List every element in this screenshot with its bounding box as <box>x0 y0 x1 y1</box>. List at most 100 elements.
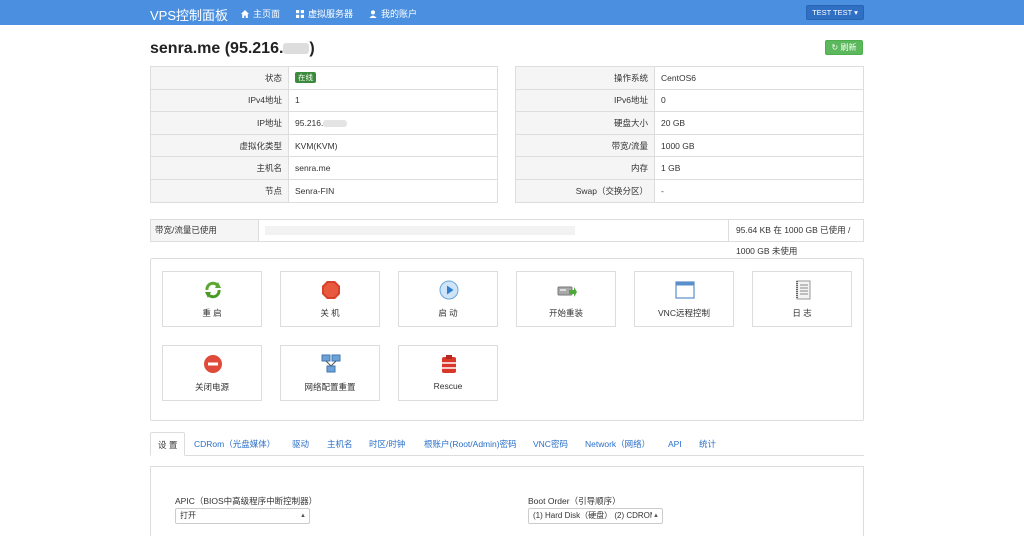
bandwidth-progress-bar <box>259 220 729 241</box>
top-navbar: VPS控制面板 主页面 虚拟服务器 我的账户 TEST TEST ▾ <box>0 0 1024 25</box>
rescue-button[interactable]: Rescue <box>398 345 498 401</box>
tab-settings[interactable]: 设 置 <box>150 432 186 456</box>
log-button[interactable]: 日 志 <box>752 271 852 327</box>
tab-root-password[interactable]: 根账户(Root/Admin)密码 <box>424 432 517 456</box>
user-name: TEST TEST <box>812 8 853 17</box>
info-key: IP地址 <box>150 111 289 135</box>
info-key: Swap（交换分区） <box>515 178 655 203</box>
tab-hostname[interactable]: 主机名 <box>327 432 353 456</box>
bandwidth-usage: 带宽/流量已使用 95.64 KB 在 1000 GB 已使用 / 1000 G… <box>150 219 864 256</box>
table-row: 带宽/流量 1000 GB <box>515 133 864 157</box>
status-badge: 在线 <box>295 72 316 84</box>
select-arrows-icon: ▲▼ <box>300 513 306 519</box>
info-value: senra.me <box>288 156 498 180</box>
info-key: IPv4地址 <box>150 88 289 112</box>
vnc-button[interactable]: VNC远程控制 <box>634 271 734 327</box>
reboot-button[interactable]: 重 启 <box>162 271 262 327</box>
caret-down-icon: ▾ <box>854 8 858 17</box>
info-key: 状态 <box>150 66 289 90</box>
nav-account[interactable]: 我的账户 <box>369 7 417 20</box>
boot-button[interactable]: 启 动 <box>398 271 498 327</box>
page-title: senra.me (95.216.) <box>150 40 315 58</box>
network-reset-label: 网络配置重置 <box>304 382 356 392</box>
tab-api[interactable]: API <box>668 432 682 456</box>
tab-drivers[interactable]: 驱动 <box>292 432 309 456</box>
settings-panel: APIC（BIOS中高级程序中断控制器） 打开 ▲▼ Boot Order（引导… <box>150 466 864 536</box>
ip-value: 95.216. <box>295 117 324 128</box>
poweroff-button[interactable]: 关闭电源 <box>162 345 262 401</box>
redacted-ip <box>323 120 348 128</box>
info-key: IPv6地址 <box>515 88 655 112</box>
poweroff-icon <box>204 355 222 373</box>
reinstall-label: 开始重装 <box>548 308 583 318</box>
settings-tabs: 设 置 CDRom（光盘媒体） 驱动 主机名 时区/时钟 根账户(Root/Ad… <box>150 432 864 456</box>
info-value: KVM(KVM) <box>288 133 498 157</box>
page-title-text: senra.me (95.216. <box>150 40 284 57</box>
info-key: 内存 <box>515 156 655 180</box>
table-row: 硬盘大小 20 GB <box>515 111 864 135</box>
apic-label: APIC（BIOS中高级程序中断控制器） <box>175 496 318 506</box>
shutdown-label: 关 机 <box>320 308 340 318</box>
poweroff-label: 关闭电源 <box>194 382 229 392</box>
grid-icon <box>296 9 304 18</box>
log-icon <box>796 280 811 300</box>
log-label: 日 志 <box>792 308 812 318</box>
nav-servers[interactable]: 虚拟服务器 <box>296 7 353 20</box>
reinstall-button[interactable]: 开始重装 <box>516 271 616 327</box>
shutdown-button[interactable]: 关 机 <box>280 271 380 327</box>
info-key: 节点 <box>150 178 289 203</box>
select-arrows-icon: ▲▼ <box>652 509 659 523</box>
tab-cdrom[interactable]: CDRom（光盘媒体） <box>194 432 275 456</box>
bandwidth-label: 带宽/流量已使用 <box>151 220 259 241</box>
reinstall-icon <box>557 286 577 297</box>
table-row: IP地址 95.216. <box>150 111 498 135</box>
table-row: 虚拟化类型 KVM(KVM) <box>150 133 498 157</box>
boot-order-value: (1) Hard Disk（硬盘） (2) CDROM <box>533 511 657 520</box>
rescue-label: Rescue <box>433 381 463 391</box>
nav-servers-label: 虚拟服务器 <box>308 9 354 19</box>
page-title-end: ) <box>309 40 315 57</box>
home-icon <box>241 9 249 18</box>
table-row: 主机名 senra.me <box>150 156 498 180</box>
table-row: 节点 Senra-FIN <box>150 178 498 203</box>
server-info-left: 状态 在线 IPv4地址 1 IP地址 95.216. 虚拟化类型 KVM(KV… <box>150 66 498 203</box>
user-menu-button[interactable]: TEST TEST ▾ <box>806 5 864 20</box>
info-key: 主机名 <box>150 156 289 180</box>
info-value: 1 <box>288 88 498 112</box>
tab-vnc-password[interactable]: VNC密码 <box>533 432 568 456</box>
info-value: 1000 GB <box>654 133 864 157</box>
table-row: 操作系统 CentOS6 <box>515 66 864 90</box>
action-panel: 重 启 关 机 启 动 开始重装 VNC远程控制 日 志 关闭电源 网络配置重置… <box>150 258 864 421</box>
reboot-icon <box>205 281 221 299</box>
redacted-ip <box>283 43 310 55</box>
nav-home-label: 主页面 <box>253 9 281 19</box>
boot-label: 启 动 <box>438 308 458 318</box>
apic-select[interactable]: 打开 ▲▼ <box>175 508 310 524</box>
info-value: 0 <box>654 88 864 112</box>
nav-home[interactable]: 主页面 <box>241 7 280 20</box>
vnc-icon <box>675 281 695 299</box>
info-value: 1 GB <box>654 156 864 180</box>
info-value: 95.216. <box>288 111 498 135</box>
refresh-button[interactable]: ↻ 刷新 <box>825 40 863 55</box>
table-row: IPv4地址 1 <box>150 88 498 112</box>
server-info-right: 操作系统 CentOS6 IPv6地址 0 硬盘大小 20 GB 带宽/流量 1… <box>515 66 864 203</box>
info-value: 20 GB <box>654 111 864 135</box>
tab-stats[interactable]: 统计 <box>699 432 716 456</box>
rescue-icon <box>442 355 456 373</box>
apic-value: 打开 <box>180 511 196 520</box>
boot-order-select[interactable]: (1) Hard Disk（硬盘） (2) CDROM ▲▼ <box>528 508 663 524</box>
network-reset-button[interactable]: 网络配置重置 <box>280 345 380 401</box>
reboot-label: 重 启 <box>202 308 222 318</box>
table-row: 状态 在线 <box>150 66 498 90</box>
brand-logo[interactable]: VPS控制面板 <box>150 5 228 24</box>
table-row: Swap（交换分区） - <box>515 178 864 203</box>
network-reset-icon <box>321 354 341 373</box>
refresh-icon: ↻ <box>831 43 839 52</box>
tab-timezone[interactable]: 时区/时钟 <box>369 432 405 456</box>
boot-icon <box>439 280 459 300</box>
tab-network[interactable]: Network（网络） <box>585 432 650 456</box>
info-value: Senra-FIN <box>288 178 498 203</box>
info-key: 硬盘大小 <box>515 111 655 135</box>
shutdown-icon <box>322 281 340 299</box>
